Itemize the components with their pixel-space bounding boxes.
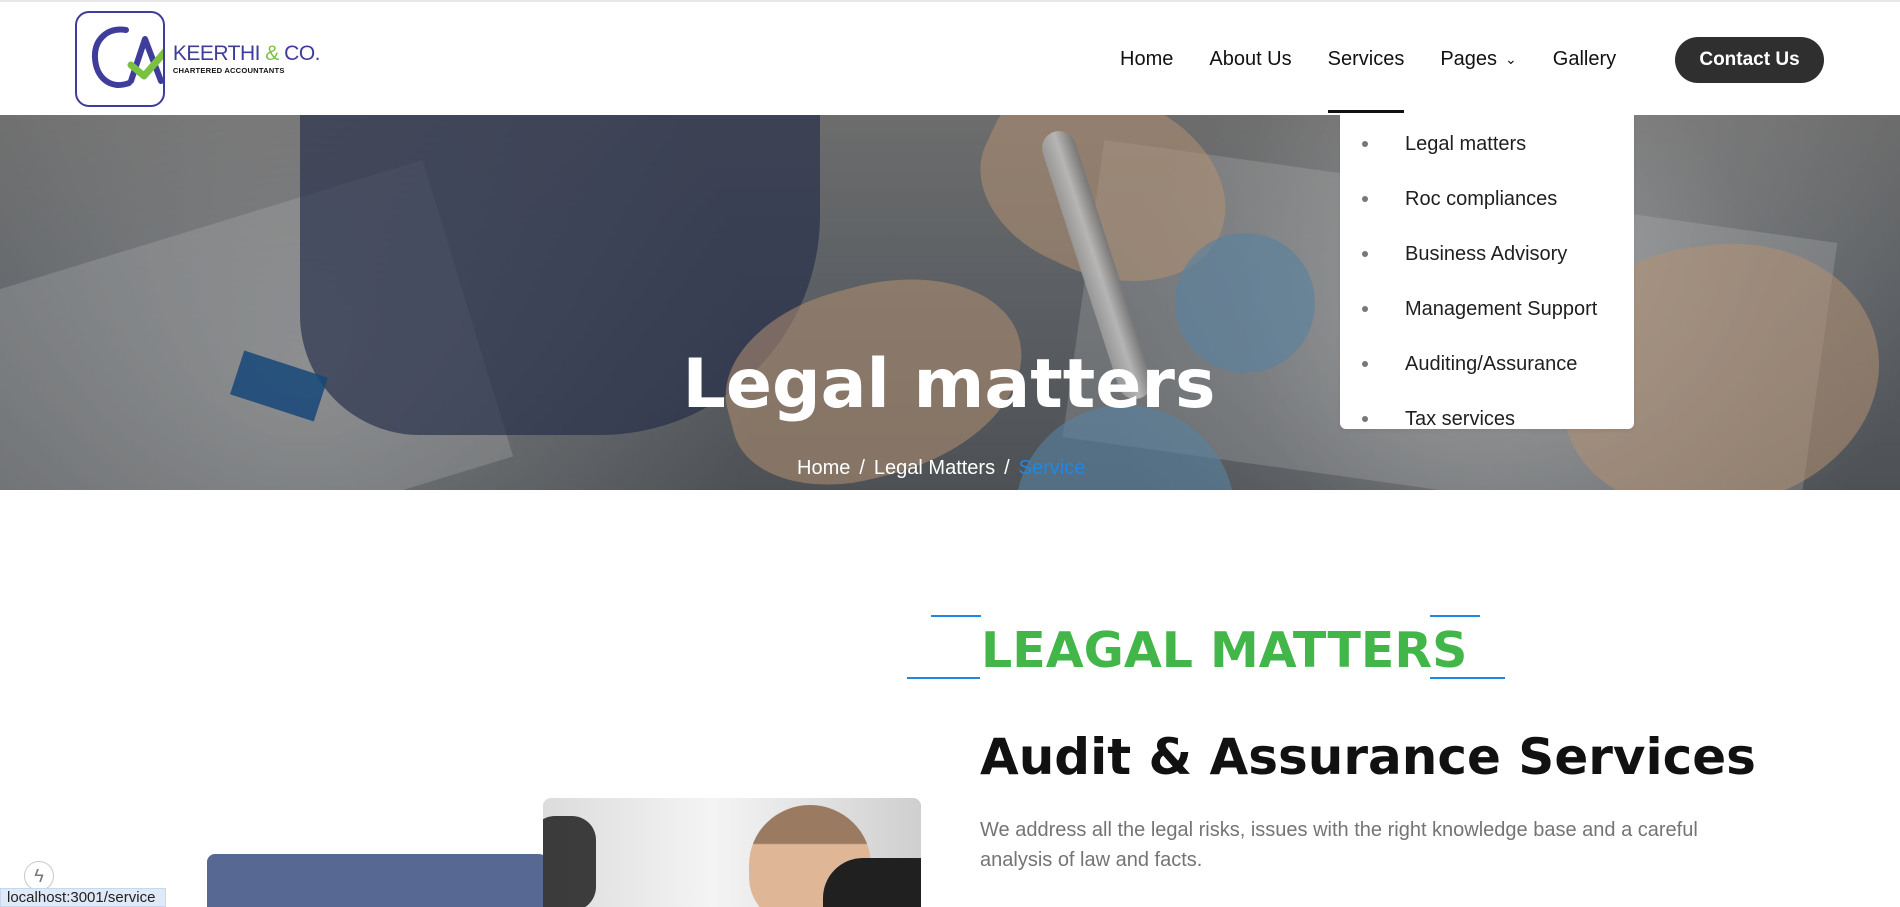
breadcrumb: Home / Legal Matters / Service bbox=[797, 457, 1085, 480]
breadcrumb-separator: / bbox=[1004, 457, 1010, 479]
logo-company-main: KEERTHI bbox=[172, 42, 261, 66]
nav-about-us[interactable]: About Us bbox=[1209, 48, 1291, 71]
logo-company-end: CO. bbox=[284, 42, 320, 66]
logo[interactable]: CA KEERTHI & CO. CHARTERED ACCOUNTANTS bbox=[75, 10, 320, 108]
chevron-down-icon: ⌄ bbox=[1505, 50, 1517, 67]
section-title: LEAGAL MATTERS bbox=[981, 622, 1468, 679]
status-url: localhost:3001/service bbox=[0, 888, 167, 907]
photo-person-shoulder bbox=[823, 858, 921, 907]
lightning-icon[interactable]: ϟ bbox=[24, 861, 54, 891]
title-decoration-line bbox=[1430, 615, 1480, 617]
nav-services[interactable]: Services bbox=[1327, 48, 1404, 113]
service-heading: Audit & Assurance Services bbox=[980, 728, 1756, 786]
title-decoration-line bbox=[931, 615, 981, 617]
contact-us-button[interactable]: Contact Us bbox=[1675, 37, 1824, 83]
logo-subtitle: CHARTERED ACCOUNTANTS bbox=[172, 66, 285, 76]
nav-pages-label: Pages bbox=[1440, 47, 1498, 70]
dropdown-item-management-support[interactable]: Management Support bbox=[1340, 282, 1634, 337]
service-description: We address all the legal risks, issues w… bbox=[980, 819, 1698, 871]
nav-home[interactable]: Home bbox=[1120, 48, 1173, 71]
nav-gallery[interactable]: Gallery bbox=[1553, 48, 1616, 71]
services-dropdown: Legal matters Roc compliances Business A… bbox=[1340, 115, 1634, 430]
title-decoration-line bbox=[1430, 677, 1505, 679]
title-decoration-line bbox=[907, 677, 980, 679]
breadcrumb-legal-matters[interactable]: Legal Matters bbox=[874, 457, 995, 479]
photo-chair bbox=[543, 816, 596, 907]
dropdown-item-legal-matters[interactable]: Legal matters bbox=[1340, 117, 1634, 172]
service-photo bbox=[543, 798, 921, 907]
site-header: CA KEERTHI & CO. CHARTERED ACCOUNTANTS H… bbox=[0, 0, 1900, 115]
dropdown-item-roc-compliances[interactable]: Roc compliances bbox=[1340, 172, 1634, 227]
logo-company-amp: & bbox=[265, 42, 279, 66]
nav-pages[interactable]: Pages ⌄ bbox=[1440, 48, 1516, 71]
section-title-block: LEAGAL MATTERS bbox=[905, 615, 1507, 687]
dropdown-item-auditing-assurance[interactable]: Auditing/Assurance bbox=[1340, 337, 1634, 392]
ca-logo-icon: CA bbox=[75, 11, 165, 107]
breadcrumb-current: Service bbox=[1018, 457, 1086, 479]
service-image-card bbox=[207, 854, 547, 907]
breadcrumb-home[interactable]: Home bbox=[797, 457, 850, 479]
dropdown-item-business-advisory[interactable]: Business Advisory bbox=[1340, 227, 1634, 282]
logo-text: KEERTHI & CO. CHARTERED ACCOUNTANTS bbox=[172, 42, 321, 76]
logo-company-name: KEERTHI & CO. bbox=[172, 42, 321, 66]
breadcrumb-separator: / bbox=[859, 457, 865, 479]
main-navigation: Home About Us Services Pages ⌄ Gallery bbox=[1120, 46, 1652, 113]
dropdown-item-tax-services[interactable]: Tax services bbox=[1340, 392, 1634, 447]
